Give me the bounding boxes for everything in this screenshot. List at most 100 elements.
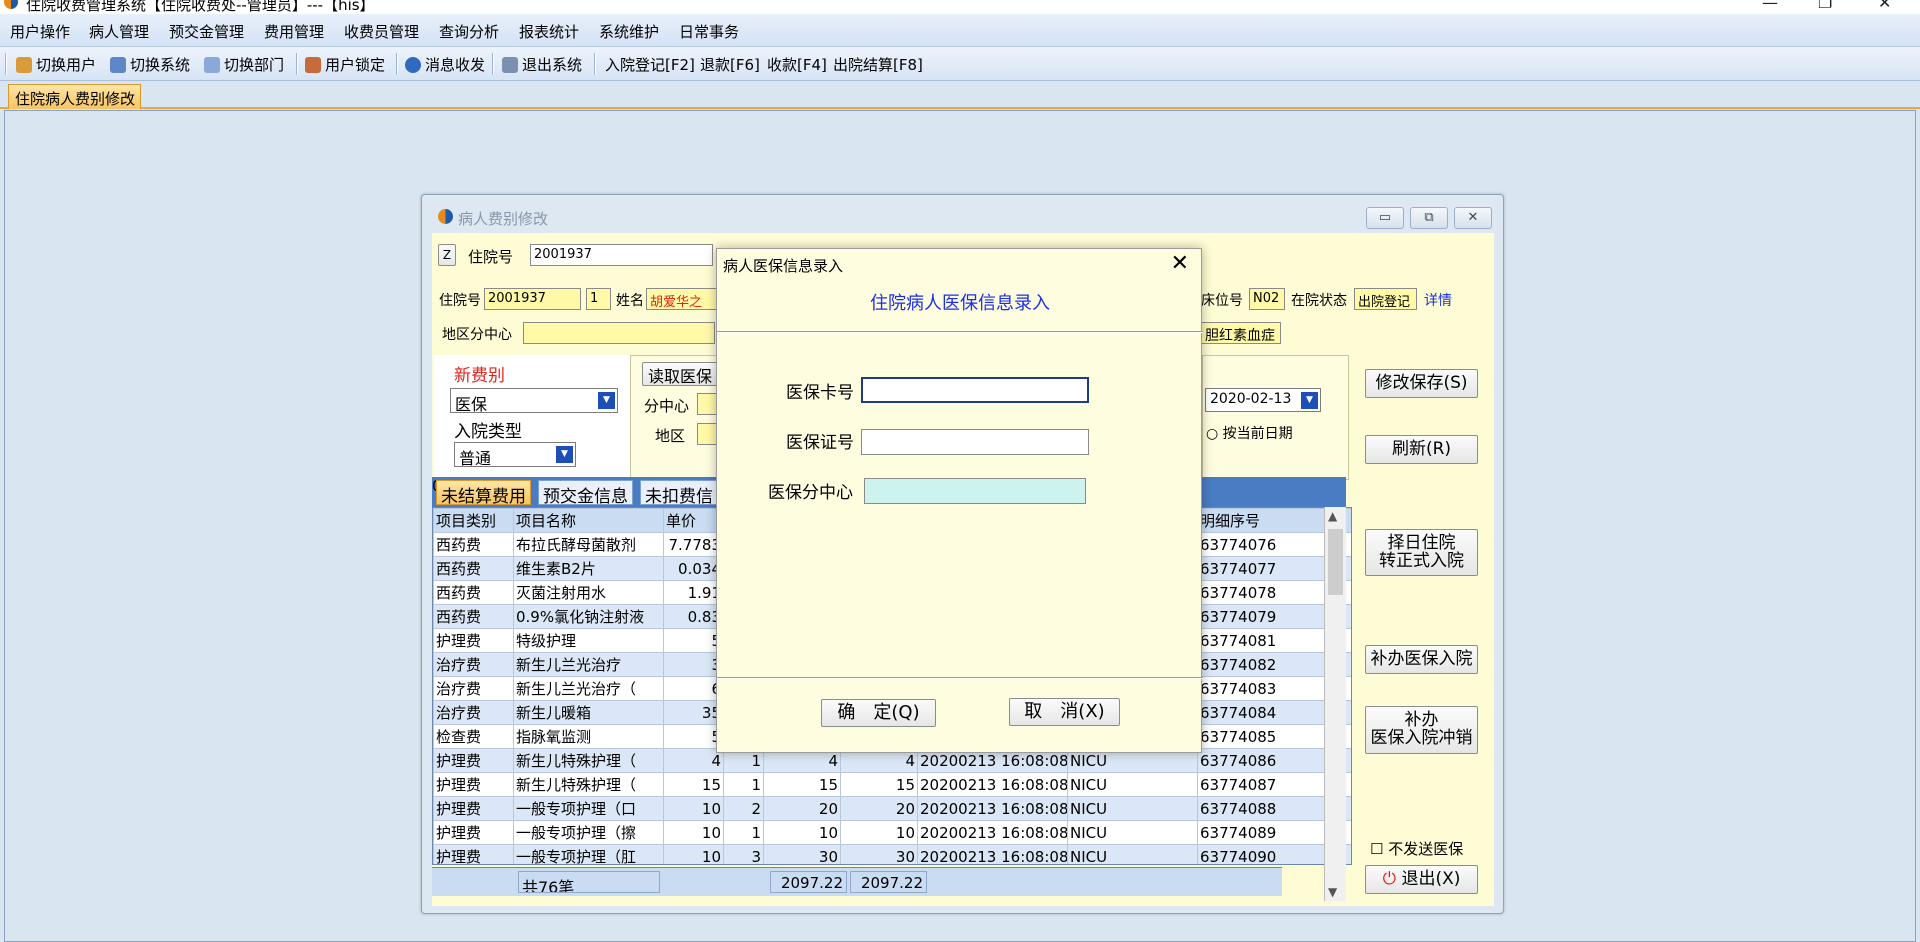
- insurance-card-input[interactable]: [861, 377, 1089, 403]
- minimize-icon[interactable]: —: [1762, 0, 1778, 12]
- save-button[interactable]: 修改保存(S): [1365, 369, 1478, 398]
- tab-patient-fee-type[interactable]: 住院病人费别修改: [8, 84, 141, 109]
- table-cell: 0.83: [663, 604, 724, 629]
- insurance-info-dialog: 病人医保信息录入 ✕ 住院病人医保信息录入 医保卡号 医保证号 医保分中心 确 …: [716, 248, 1203, 753]
- dialog-header: 住院病人医保信息录入: [870, 293, 1050, 314]
- table-cell: 15: [840, 772, 918, 797]
- switch-dept-button[interactable]: 切换部门: [204, 54, 284, 75]
- window-minimize-button[interactable]: ▭: [1366, 207, 1404, 229]
- discharge-settle-button[interactable]: 出院结算[F8]: [833, 54, 923, 75]
- patient-name-field: 胡爱华之: [646, 288, 716, 310]
- table-cell: 0.034: [663, 556, 724, 581]
- menu-system[interactable]: 系统维护: [599, 21, 659, 42]
- tab-unsettled-fees[interactable]: 未结算费用: [436, 480, 531, 507]
- toolbar-separator: [594, 53, 596, 75]
- dialog-divider: [717, 331, 1203, 333]
- no-send-insurance-checkbox[interactable]: ☐ 不发送医保: [1370, 838, 1463, 859]
- maximize-icon[interactable]: ❐: [1818, 0, 1832, 12]
- confirm-button[interactable]: 确 定(Q): [821, 699, 936, 727]
- column-header[interactable]: 项目名称: [513, 508, 664, 533]
- transfer-line2: 转正式入院: [1379, 551, 1464, 571]
- insurance-cert-input[interactable]: [861, 429, 1089, 455]
- menu-cashier[interactable]: 收费员管理: [344, 21, 419, 42]
- scroll-up-icon[interactable]: ▲: [1328, 509, 1337, 523]
- menu-bar: 用户操作 病人管理 预交金管理 费用管理 收费员管理 查询分析 报表统计 系统维…: [0, 14, 1920, 47]
- window-app-icon: [438, 209, 453, 224]
- title-bar: 住院收费管理系统【住院收费处--管理员】---【his】 — ❐ ✕: [0, 0, 1920, 14]
- lock-user-button[interactable]: 用户锁定: [305, 54, 385, 75]
- switch-user-button[interactable]: 切换用户: [16, 54, 96, 75]
- window-close-button[interactable]: ✕: [1454, 207, 1492, 229]
- dialog-close-icon[interactable]: ✕: [1171, 251, 1189, 276]
- admit-type-value: 普通: [459, 449, 492, 468]
- new-fee-type-label: 新费别: [454, 366, 505, 386]
- power-icon: ⏻: [1382, 869, 1397, 889]
- table-cell: 20: [840, 796, 918, 821]
- menu-user-ops[interactable]: 用户操作: [10, 21, 70, 42]
- menu-deposit[interactable]: 预交金管理: [169, 21, 244, 42]
- refund-button[interactable]: 退款[F6]: [700, 54, 760, 75]
- scroll-thumb[interactable]: [1328, 529, 1343, 595]
- table-cell: NICU: [1067, 772, 1198, 797]
- document-tab-strip: [0, 81, 1920, 109]
- cancel-button[interactable]: 取 消(X): [1009, 698, 1120, 726]
- search-admission-input[interactable]: 2001937: [530, 244, 713, 266]
- exit-system-label: 退出系统: [522, 56, 583, 74]
- table-scrollbar[interactable]: ▲ ▼: [1324, 507, 1346, 901]
- charge-button[interactable]: 收款[F4]: [767, 54, 827, 75]
- table-row[interactable]: 护理费 一般专项护理（口 10 2 20 20 20200213 16:08:08 NICU 6…: [433, 796, 1351, 821]
- z-button[interactable]: Z: [438, 244, 456, 266]
- tab-undeducted-info[interactable]: 未扣费信: [640, 480, 718, 507]
- status-field: 出院登记: [1354, 288, 1417, 310]
- insurance-center-input[interactable]: [864, 478, 1086, 504]
- exit-button[interactable]: ⏻ 退出(X): [1365, 865, 1478, 894]
- toolbar: 切换用户 切换系统 切换部门 用户锁定 消息收发 退出系统 入院登记[F2] 退…: [0, 47, 1920, 81]
- chevron-down-icon[interactable]: ▼: [598, 392, 615, 409]
- admission-register-button[interactable]: 入院登记[F2]: [605, 54, 695, 75]
- tab-deposit-info[interactable]: 预交金信息: [538, 480, 633, 507]
- transfer-formal-admission-button[interactable]: 择日住院 转正式入院: [1365, 529, 1478, 576]
- menu-fee[interactable]: 费用管理: [264, 21, 324, 42]
- table-row[interactable]: 护理费 一般专项护理（擦 10 1 10 10 20200213 16:08:08 NICU 6…: [433, 820, 1351, 845]
- table-cell: 一般专项护理（口: [513, 796, 664, 821]
- table-cell: 新生儿特殊护理（: [513, 748, 664, 773]
- close-icon[interactable]: ✕: [1878, 0, 1891, 12]
- scroll-down-icon[interactable]: ▼: [1328, 885, 1337, 899]
- table-cell: 30: [840, 844, 918, 864]
- exit-system-button[interactable]: 退出系统: [502, 54, 582, 75]
- table-cell: NICU: [1067, 796, 1198, 821]
- switch-dept-label: 切换部门: [224, 56, 285, 74]
- table-cell: 西药费: [433, 604, 514, 629]
- chevron-down-icon[interactable]: ▼: [1301, 392, 1318, 409]
- chevron-down-icon[interactable]: ▼: [556, 446, 573, 463]
- column-header[interactable]: 项目类别: [433, 508, 514, 533]
- column-header[interactable]: 单价: [663, 508, 724, 533]
- table-cell: 指脉氧监测: [513, 724, 664, 749]
- table-cell: 治疗费: [433, 676, 514, 701]
- menu-query[interactable]: 查询分析: [439, 21, 499, 42]
- insurance-admission-reversal-button[interactable]: 补办 医保入院冲销: [1365, 706, 1478, 754]
- menu-patient[interactable]: 病人管理: [89, 21, 149, 42]
- table-row[interactable]: 护理费 新生儿特殊护理（ 15 1 15 15 20200213 16:08:08 NICU 6…: [433, 772, 1351, 797]
- switch-system-button[interactable]: 切换系统: [110, 54, 190, 75]
- department-icon: [204, 57, 220, 73]
- no-send-insurance-label: 不发送医保: [1388, 840, 1464, 858]
- menu-report[interactable]: 报表统计: [519, 21, 579, 42]
- table-row[interactable]: 护理费 一般专项护理（肛 10 3 30 30 20200213 16:08:08 NICU 6…: [433, 844, 1351, 864]
- area-field: [697, 423, 717, 445]
- admit-type-select[interactable]: 普通 ▼: [454, 442, 576, 468]
- refresh-button[interactable]: 刷新(R): [1365, 435, 1478, 464]
- table-cell: 0.9%氯化钠注射液: [513, 604, 664, 629]
- app-title: 住院收费管理系统【住院收费处--管理员】---【his】: [26, 0, 375, 14]
- switch-user-label: 切换用户: [36, 56, 97, 74]
- read-insurance-button[interactable]: 读取医保: [642, 362, 718, 386]
- detail-link[interactable]: 详情: [1424, 290, 1452, 310]
- window-restore-button[interactable]: ⧉: [1410, 207, 1448, 229]
- message-button[interactable]: 消息收发: [405, 54, 485, 75]
- menu-daily[interactable]: 日常事务: [679, 21, 739, 42]
- by-current-date-radio[interactable]: ○ 按当前日期: [1206, 423, 1293, 443]
- table-cell: 20200213 16:08:08: [917, 796, 1068, 821]
- date-picker[interactable]: 2020-02-13 ▼: [1205, 388, 1321, 412]
- supplement-insurance-admission-button[interactable]: 补办医保入院: [1365, 645, 1478, 674]
- fee-type-select[interactable]: 医保 ▼: [450, 388, 618, 414]
